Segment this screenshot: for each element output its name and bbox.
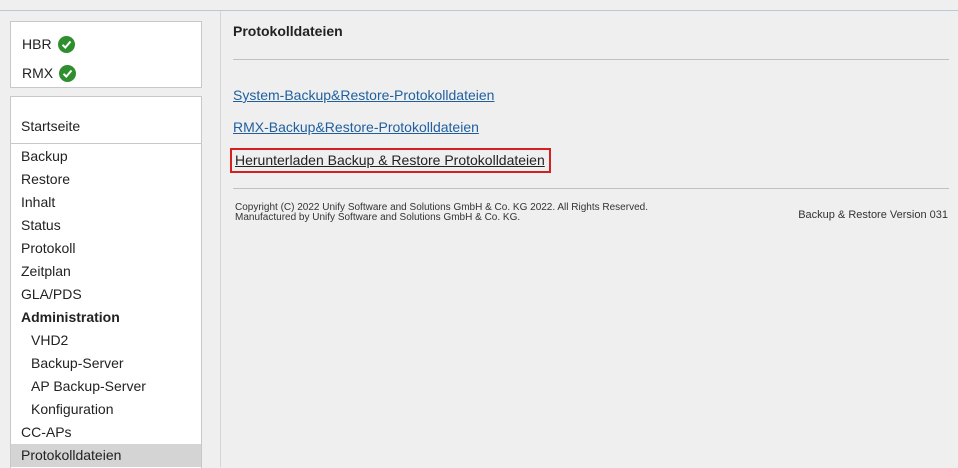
system-log-files-link[interactable]: System-Backup&Restore-Protokolldateien [233,87,494,103]
version-label: Backup & Restore Version 031 [798,209,948,221]
rmx-log-files-link[interactable]: RMX-Backup&Restore-Protokolldateien [233,119,479,135]
sidebar-item-label: Backup-Server [31,355,124,371]
sidebar-item-label: Protokolldateien [21,447,122,463]
check-circle-icon [57,35,75,53]
sidebar-item-inhalt[interactable]: Inhalt [11,191,201,214]
sidebar-item-cc-aps[interactable]: CC-APs [11,421,201,444]
status-hbr-label: HBR [22,36,52,52]
sidebar-item-backup-server[interactable]: Backup-Server [11,352,201,375]
divider [233,188,949,189]
sidebar-item-label: Inhalt [21,194,56,210]
sidebar-section-label: Administration [21,309,120,325]
main-content: Protokolldateien System-Backup&Restore-P… [221,11,958,467]
manufacturer-line: Manufactured by Unify Software and Solut… [235,212,521,223]
sidebar-item-startseite[interactable]: Startseite [11,97,201,144]
sidebar-item-label: Protokoll [21,240,76,256]
status-hbr: HBR [22,34,75,54]
sidebar-item-label: AP Backup-Server [31,378,146,394]
sidebar-item-label: Status [21,217,61,233]
sidebar-section-administration: Administration [11,306,201,329]
sidebar-item-vhd2[interactable]: VHD2 [11,329,201,352]
check-circle-icon [59,64,77,82]
copyright-notice: Copyright (C) 2022 Unify Software and So… [235,203,648,223]
sidebar-item-label: Konfiguration [31,401,114,417]
status-rmx-label: RMX [22,65,54,81]
sidebar-item-gla-pds[interactable]: GLA/PDS [11,283,201,306]
sidebar-item-label: Restore [21,171,71,187]
sidebar-item-status[interactable]: Status [11,214,201,237]
sidebar: HBR RMX Startseite Backup Restore Inhalt… [0,11,221,468]
sidebar-item-label: Backup [21,148,68,164]
status-panel: HBR RMX [10,21,202,88]
sidebar-item-ap-backup-server[interactable]: AP Backup-Server [11,375,201,398]
sidebar-item-zeitplan[interactable]: Zeitplan [11,260,201,283]
sidebar-item-label: VHD2 [31,332,69,348]
divider [233,59,949,60]
sidebar-item-label: GLA/PDS [21,286,82,302]
download-log-files-link[interactable]: Herunterladen Backup & Restore Protokoll… [230,148,551,173]
sidebar-item-konfiguration[interactable]: Konfiguration [11,398,201,421]
sidebar-item-label: CC-APs [21,424,72,440]
sidebar-item-restore[interactable]: Restore [11,168,201,191]
sidebar-item-protokoll[interactable]: Protokoll [11,237,201,260]
nav-menu: Startseite Backup Restore Inhalt Status … [10,96,202,468]
sidebar-item-label: Zeitplan [21,263,71,279]
sidebar-item-backup[interactable]: Backup [11,145,201,168]
sidebar-item-label: Startseite [21,118,81,134]
page-title: Protokolldateien [233,23,343,39]
sidebar-item-protokolldateien[interactable]: Protokolldateien [11,444,201,467]
status-rmx: RMX [22,63,77,83]
